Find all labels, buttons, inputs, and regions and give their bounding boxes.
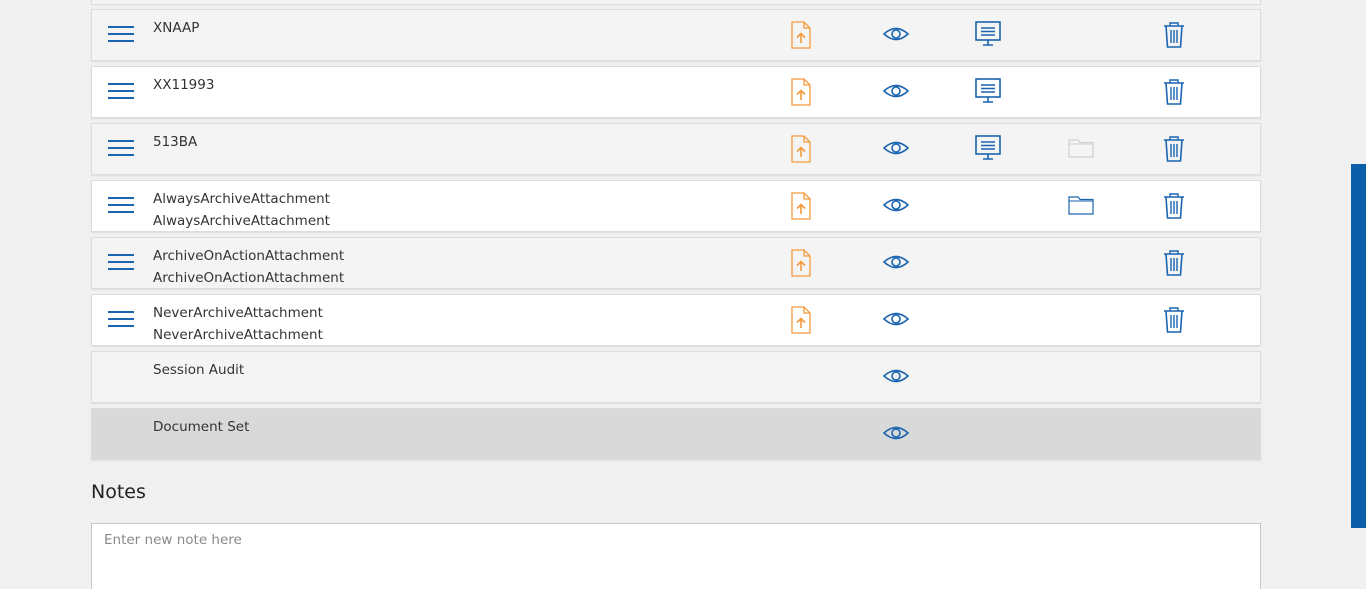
drag-handle-icon[interactable] <box>108 26 134 44</box>
new-note-input[interactable] <box>91 523 1261 589</box>
view-eye-icon[interactable] <box>882 23 910 51</box>
attachment-list: XNAAP XX11993 513BA AlwaysArchiveAttachment… <box>91 9 1261 465</box>
delete-trash-icon[interactable] <box>1162 78 1188 106</box>
upload-file-icon[interactable] <box>789 249 815 277</box>
delete-trash-icon[interactable] <box>1162 306 1188 334</box>
attachments-page: XNAAP XX11993 513BA AlwaysArchiveAttachment… <box>0 0 1366 589</box>
attachment-title: Session Audit <box>153 362 245 378</box>
presentation-icon[interactable] <box>974 21 1001 49</box>
folder-icon[interactable] <box>1067 194 1094 222</box>
attachment-row[interactable]: XNAAP <box>91 9 1261 61</box>
view-eye-icon[interactable] <box>882 137 910 165</box>
attachment-title: XNAAP <box>153 20 200 36</box>
attachment-name: 513BA <box>153 131 197 153</box>
attachment-subtitle: NeverArchiveAttachment <box>153 327 323 343</box>
drag-handle-icon[interactable] <box>108 140 134 158</box>
presentation-icon[interactable] <box>974 78 1001 106</box>
delete-trash-icon[interactable] <box>1162 135 1188 163</box>
delete-trash-icon[interactable] <box>1162 192 1188 220</box>
drag-handle-icon[interactable] <box>108 254 134 272</box>
attachment-name: ArchiveOnActionAttachment ArchiveOnAction… <box>153 245 344 289</box>
delete-trash-icon[interactable] <box>1162 249 1188 277</box>
notes-heading: Notes <box>91 481 146 503</box>
attachment-name: Document Set <box>153 416 249 438</box>
attachment-name: XNAAP <box>153 17 199 39</box>
attachment-row[interactable]: Session Audit <box>91 351 1261 403</box>
view-eye-icon[interactable] <box>882 308 910 336</box>
upload-file-icon[interactable] <box>789 306 815 334</box>
attachment-row[interactable]: 513BA <box>91 123 1261 175</box>
attachment-name: Session Audit <box>153 359 244 381</box>
presentation-icon[interactable] <box>974 135 1001 163</box>
drag-handle-icon[interactable] <box>108 197 134 215</box>
attachment-row[interactable]: Document Set <box>91 408 1261 460</box>
drag-handle-icon[interactable] <box>108 83 134 101</box>
attachment-title: 513BA <box>153 134 198 150</box>
attachment-subtitle: ArchiveOnActionAttachment <box>153 270 345 286</box>
upload-file-icon[interactable] <box>789 21 815 49</box>
attachment-title: Document Set <box>153 419 250 435</box>
view-eye-icon[interactable] <box>882 194 910 222</box>
attachment-title: NeverArchiveAttachment <box>153 305 323 321</box>
scrollbar-thumb[interactable] <box>1351 164 1366 528</box>
attachment-row[interactable]: ArchiveOnActionAttachment ArchiveOnAction… <box>91 237 1261 289</box>
view-eye-icon[interactable] <box>882 365 910 393</box>
attachment-row[interactable]: AlwaysArchiveAttachment AlwaysArchiveAtta… <box>91 180 1261 232</box>
upload-file-icon[interactable] <box>789 135 815 163</box>
view-eye-icon[interactable] <box>882 422 910 450</box>
delete-trash-icon[interactable] <box>1162 21 1188 49</box>
upload-file-icon[interactable] <box>789 78 815 106</box>
view-eye-icon[interactable] <box>882 251 910 279</box>
drag-handle-icon[interactable] <box>108 311 134 329</box>
attachment-name: XX11993 <box>153 74 214 96</box>
attachment-title: ArchiveOnActionAttachment <box>153 248 345 264</box>
attachment-title: AlwaysArchiveAttachment <box>153 191 330 207</box>
attachment-row[interactable]: NeverArchiveAttachment NeverArchiveAttach… <box>91 294 1261 346</box>
attachment-title: XX11993 <box>153 77 215 93</box>
attachment-subtitle: AlwaysArchiveAttachment <box>153 213 330 229</box>
upload-file-icon[interactable] <box>789 192 815 220</box>
attachment-name: AlwaysArchiveAttachment AlwaysArchiveAtta… <box>153 188 330 232</box>
previous-row-edge <box>91 0 1261 5</box>
attachment-row[interactable]: XX11993 <box>91 66 1261 118</box>
folder-icon <box>1067 137 1094 165</box>
attachment-name: NeverArchiveAttachment NeverArchiveAttach… <box>153 302 323 346</box>
view-eye-icon[interactable] <box>882 80 910 108</box>
